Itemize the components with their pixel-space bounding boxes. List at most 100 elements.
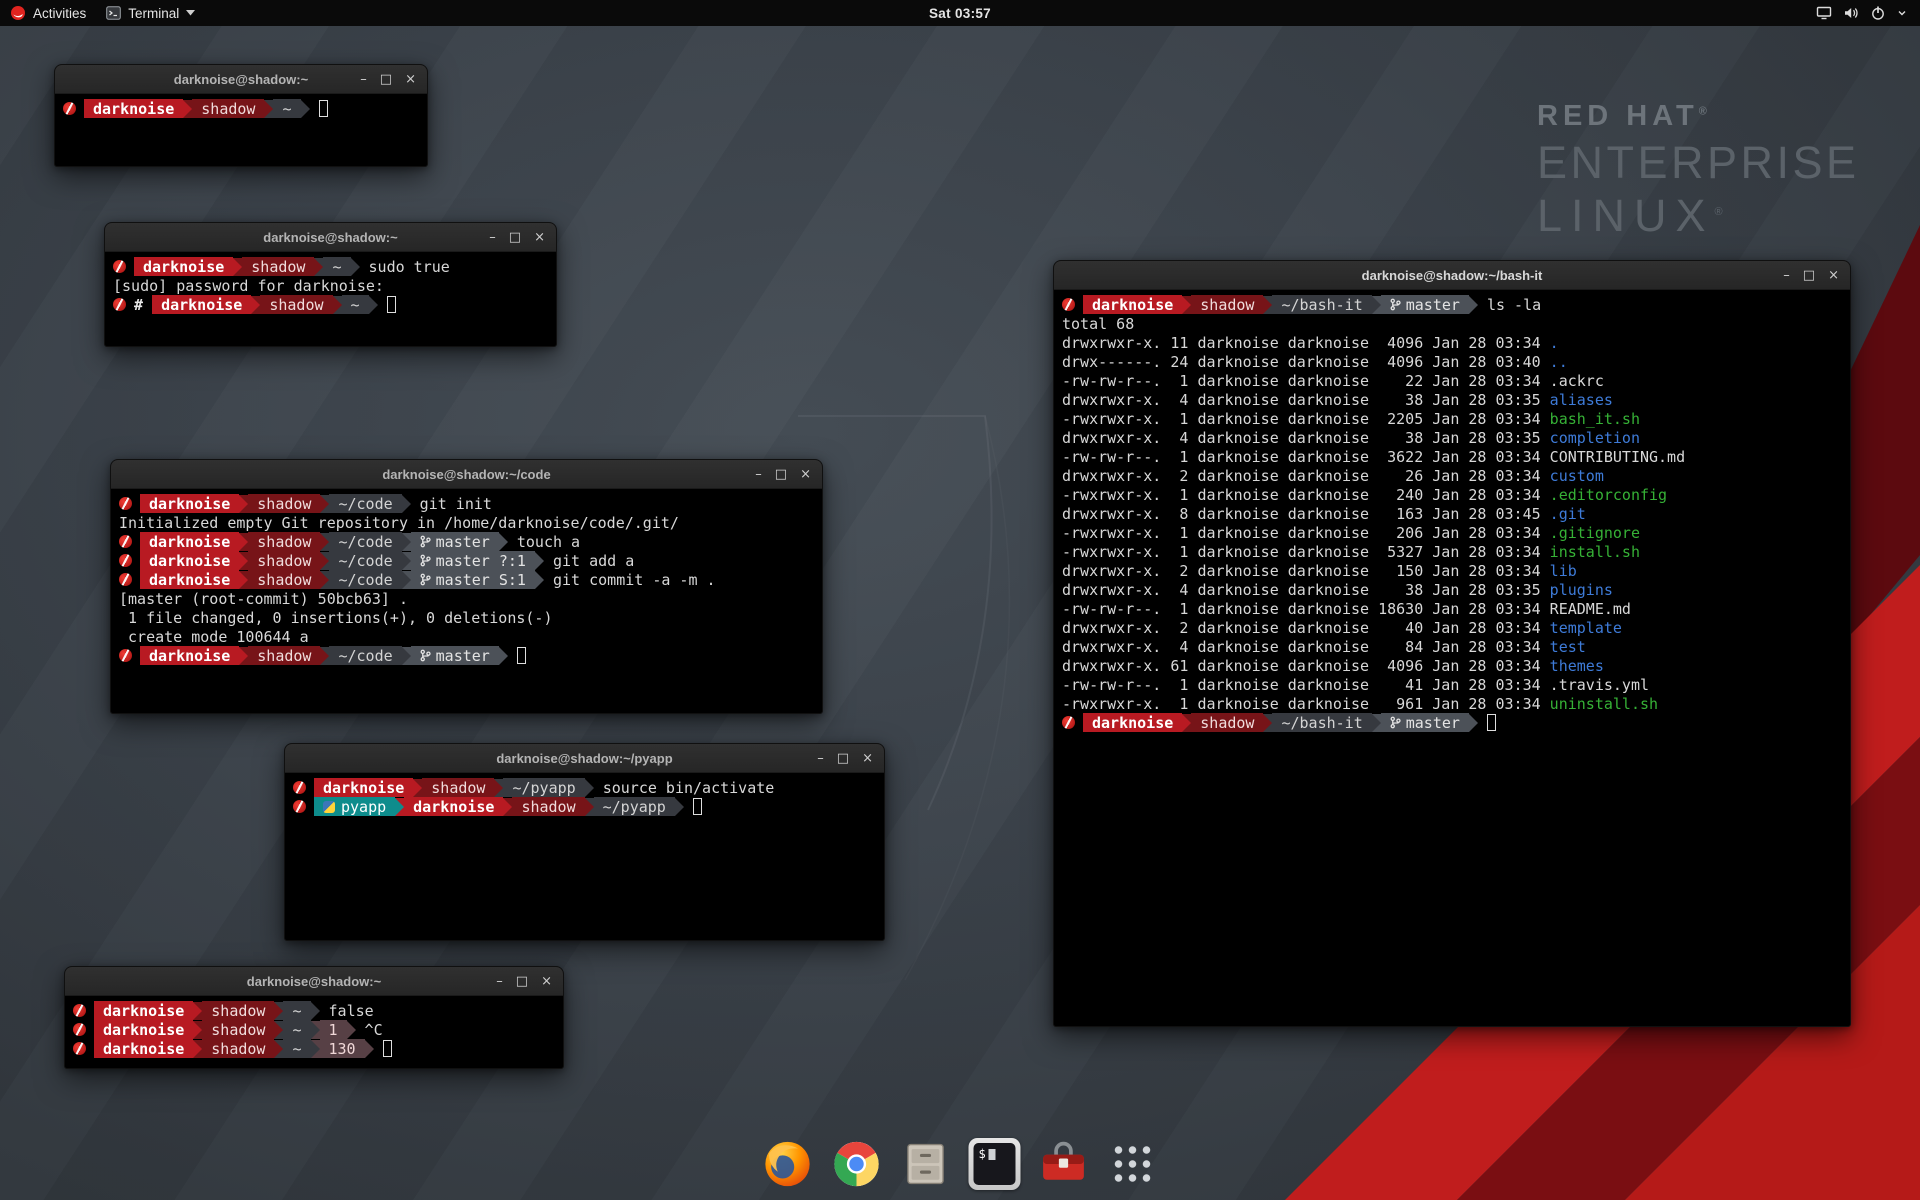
window-titlebar[interactable]: darknoise@shadow:~–□× [55,65,427,94]
output-line: [master (root-commit) 50bcb63] . [119,589,814,608]
terminal-window: darknoise@shadow:~–□×darknoiseshadow~ su… [104,222,557,347]
output-line: drwxrwxr-x. 2 darknoise darknoise 150 Ja… [1062,561,1842,580]
chrome-icon [831,1138,883,1190]
dock-terminal[interactable]: $ [967,1136,1023,1192]
window-close-button[interactable]: × [800,468,811,481]
window-titlebar[interactable]: darknoise@shadow:~/pyapp –□ × [285,744,884,773]
output-text: -rw-rw-r--. 1 darknoise darknoise 41 Jan… [1062,676,1649,694]
prompt-segment-path: ~ [342,295,369,314]
output-text: test [1550,638,1586,656]
activities-button[interactable]: Activities [0,0,96,26]
prompt-segment-host: shadow [248,570,320,589]
desktop: RED HAT® ENTERPRISE LINUX® darknoise@sha… [0,0,1920,1200]
window-minimize-button[interactable]: – [755,468,762,481]
dock: $ [760,1136,1161,1192]
output-text: -rwxrwxr-x. 1 darknoise darknoise 5327 J… [1062,543,1550,561]
git-branch-icon [420,649,431,662]
window-maximize-button[interactable]: □ [380,73,392,86]
prompt-segment-user: darknoise [404,797,503,816]
window-close-button[interactable]: × [534,231,545,244]
prompt-segment-git: master [411,646,499,665]
powerline-separator-icon [402,647,411,665]
window-minimize-button[interactable]: – [489,231,496,244]
output-text: Initialized empty Git repository in /hom… [119,514,679,532]
output-text: .git [1550,505,1586,523]
output-text: .gitignore [1550,524,1640,542]
dock-app-grid[interactable] [1105,1136,1161,1192]
powerline-separator-icon [320,552,329,570]
window-titlebar[interactable]: darknoise@shadow:~–□× [105,223,556,252]
toolbox-icon [1039,1139,1089,1189]
redhat-prompt-icon [293,800,306,813]
brand-enterprise: ENTERPRISE [1537,137,1860,189]
output-line: drwxrwxr-x. 4 darknoise darknoise 38 Jan… [1062,580,1842,599]
terminal-body[interactable]: darknoiseshadow~/pyapp source bin/activa… [285,773,884,816]
terminal-icon-glyph: $ [979,1147,986,1161]
output-text: drwxrwxr-x. 61 darknoise darknoise 4096 … [1062,657,1550,675]
dock-firefox[interactable] [760,1136,816,1192]
terminal-body[interactable]: darknoiseshadow~/code git initInitialize… [111,489,822,665]
prompt-segment-user: darknoise [152,295,251,314]
prompt-segment-host: shadow [422,778,494,797]
prompt-segment-user: darknoise [134,257,233,276]
prompt-segment-venv: pyapp [314,797,395,816]
output-text: themes [1550,657,1604,675]
dock-files[interactable] [898,1136,954,1192]
volume-icon [1843,5,1859,21]
prompt-segment-host: shadow [202,1039,274,1058]
top-bar: Activities Terminal Sat 03:57 [0,0,1920,26]
terminal-body[interactable]: darknoiseshadow~ sudo true[sudo] passwor… [105,252,556,314]
window-titlebar[interactable]: darknoise@shadow:~/code–□× [111,460,822,489]
redhat-prompt-icon [113,298,126,311]
powerline-separator-icon [311,1040,320,1058]
clock[interactable]: Sat 03:57 [929,6,991,21]
window-close-button[interactable]: × [1828,269,1839,282]
prompt-segment-host: shadow [1191,713,1263,732]
window-close-button[interactable]: × [405,73,416,86]
dock-chrome[interactable] [829,1136,885,1192]
window-titlebar[interactable]: darknoise@shadow:~/bash-it–□× [1054,261,1850,290]
window-maximize-button[interactable]: □ [509,231,521,244]
window-close-button[interactable]: × [541,975,552,988]
window-titlebar[interactable]: darknoise@shadow:~–□× [65,967,563,996]
output-text: -rwxrwxr-x. 1 darknoise darknoise 2205 J… [1062,410,1550,428]
output-text: drwxrwxr-x. 8 darknoise darknoise 163 Ja… [1062,505,1550,523]
output-text: -rw-rw-r--. 1 darknoise darknoise 22 Jan… [1062,372,1604,390]
prompt-line: darknoiseshadow~ [63,99,419,118]
powerline-separator-icon [320,647,329,665]
prompt-command: sudo true [360,258,450,276]
prompt-line: darknoiseshadow~/codemaster [119,646,814,665]
window-minimize-button[interactable]: – [1783,269,1790,282]
prompt-segment-host: shadow [512,797,584,816]
terminal-icon: $ [969,1138,1021,1190]
app-menu-terminal[interactable]: Terminal [96,0,205,26]
window-maximize-button[interactable]: □ [775,468,787,481]
brand-redhat-text: RED HAT [1537,100,1699,132]
window-maximize-button[interactable]: □ [837,752,849,765]
window-maximize-button[interactable]: □ [1803,269,1815,282]
prompt-line: darknoiseshadow~/codemaster touch a [119,532,814,551]
prompt-segment-path: ~/code [329,646,401,665]
terminal-cursor [383,1040,392,1057]
window-minimize-button[interactable]: – [496,975,503,988]
terminal-body[interactable]: darknoiseshadow~ [55,94,427,118]
terminal-body[interactable]: darknoiseshadow~/bash-itmaster ls -latot… [1054,290,1850,732]
terminal-body[interactable]: darknoiseshadow~ falsedarknoiseshadow~1 … [65,996,563,1058]
output-text: drwxrwxr-x. 4 darknoise darknoise 38 Jan… [1062,581,1550,599]
window-close-button[interactable]: × [862,752,873,765]
window-maximize-button[interactable]: □ [516,975,528,988]
window-minimize-button[interactable]: – [360,73,367,86]
system-menu[interactable] [1816,0,1920,26]
powerline-separator-icon [494,779,503,797]
powerline-separator-icon [1469,296,1478,314]
powerline-separator-icon [365,1040,374,1058]
prompt-line: darknoiseshadow~1 ^C [73,1020,555,1039]
output-text: completion [1550,429,1640,447]
prompt-segment-path: ~/pyapp [594,797,675,816]
window-minimize-button[interactable]: – [817,752,824,765]
powerline-separator-icon [239,571,248,589]
dock-toolbox[interactable] [1036,1136,1092,1192]
terminal-cursor [1487,714,1496,731]
prompt-segment-git: master [1381,713,1469,732]
window-title: darknoise@shadow:~/pyapp [496,751,672,766]
